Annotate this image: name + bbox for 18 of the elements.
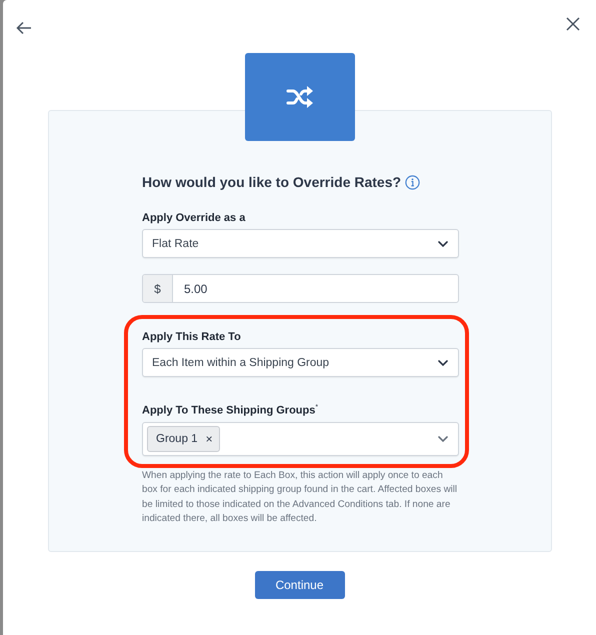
- select-field[interactable]: Flat Rate: [142, 229, 459, 258]
- back-arrow-icon[interactable]: [16, 21, 32, 35]
- info-icon[interactable]: [405, 174, 420, 190]
- close-icon[interactable]: [566, 17, 580, 31]
- chevron-down-icon: [438, 240, 448, 246]
- field-label: Apply Override as a: [142, 212, 246, 224]
- continue-button[interactable]: Continue: [254, 571, 344, 599]
- select-field[interactable]: Each Item within a Shipping Group: [142, 348, 459, 377]
- shuffle-icon: [286, 85, 314, 109]
- field-label: Apply This Rate To: [142, 331, 242, 343]
- chevron-down-icon: [438, 436, 448, 442]
- chevron-down-icon: [438, 360, 448, 366]
- help-text: When applying the rate to Each Box, this action will apply once to each box for each indicated shipping group found in the cart. Affected boxes will be limited to those indicated on the Advanced Conditions tab. If none are indicated there, all boxes will be affected.: [142, 468, 458, 526]
- multi-select-field[interactable]: Group 1 ×: [142, 422, 459, 456]
- remove-tag-button[interactable]: ×: [206, 432, 213, 446]
- tag-chip: Group 1 ×: [147, 426, 220, 452]
- dialog-heading: How would you like to Override Rates?: [142, 174, 402, 190]
- field-label: Apply To These Shipping Groups$^{*}$: [142, 404, 320, 417]
